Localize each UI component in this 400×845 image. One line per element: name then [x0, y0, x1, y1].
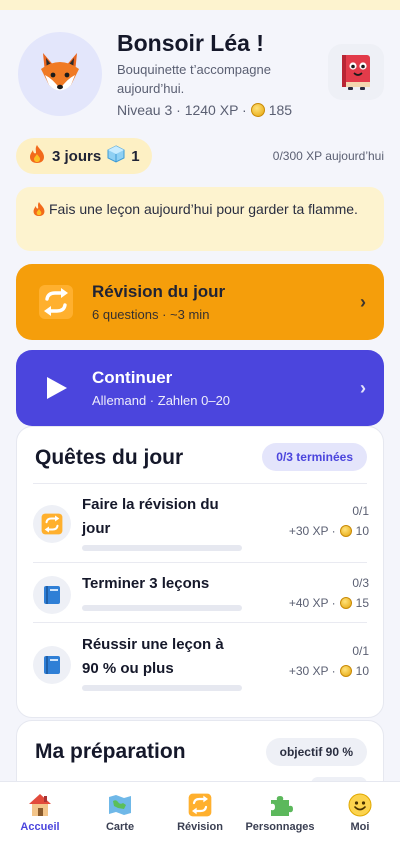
- nav-item-carte[interactable]: Carte: [80, 782, 160, 845]
- quest-reward-coins: 10: [355, 664, 369, 678]
- nav-label: Accueil: [20, 821, 60, 833]
- quest-progress-count: 0/3: [352, 576, 369, 590]
- coin-icon: [339, 525, 352, 537]
- streak-freeze-count: 1: [131, 147, 140, 165]
- quest-reward: +40 XP · 15: [289, 596, 369, 610]
- smiley-icon: [347, 792, 373, 818]
- streak-alert: Fais une leçon aujourd’hui pour garder t…: [16, 187, 384, 251]
- play-icon: [36, 368, 76, 408]
- greeting-subtitle: Bouquinette t’accompagne aujourd’hui.: [117, 62, 271, 96]
- quest-progress-count: 0/1: [352, 644, 369, 658]
- nav-item-moi[interactable]: Moi: [320, 782, 400, 845]
- quest-reward-coins: 15: [355, 596, 369, 610]
- puzzle-icon: [267, 792, 293, 818]
- quest-title: Réussir une leçon à 90 % ou plus: [82, 636, 224, 677]
- continue-title: Continuer: [92, 368, 173, 387]
- bottom-nav: Accueil Carte Révision Personnages Moi: [0, 781, 400, 845]
- quests-status-badge: 0/3 terminées: [262, 443, 367, 471]
- flame-icon: [28, 144, 46, 168]
- preparation-title: Ma préparation: [35, 740, 186, 763]
- streak-days: 3 jours: [52, 147, 102, 165]
- quest-item[interactable]: Réussir une leçon à 90 % ou plus 0/1 +30…: [33, 633, 369, 695]
- quest-title: Faire la révision du jour: [82, 496, 219, 537]
- map-icon: [107, 792, 133, 818]
- review-subtitle: 6 questions · ~3 min: [92, 307, 210, 322]
- book-icon: [33, 646, 71, 684]
- coin-count: 185: [268, 102, 293, 118]
- daily-review-button[interactable]: Révision du jour 6 questions · ~3 min ›: [16, 264, 384, 340]
- quest-progress-bar: [82, 545, 242, 551]
- quest-progress-bar: [82, 605, 242, 611]
- nav-label: Moi: [350, 821, 370, 833]
- coin-icon: [339, 665, 352, 677]
- home-icon: [27, 792, 53, 818]
- chevron-right-icon: ›: [360, 291, 366, 312]
- alert-text: Fais une leçon aujourd’hui pour garder t…: [49, 201, 358, 217]
- book-icon: [33, 576, 71, 614]
- top-strip: [0, 0, 400, 10]
- preparation-goal-badge: objectif 90 %: [265, 738, 367, 766]
- mascot-book-button[interactable]: [328, 44, 384, 100]
- nav-item-personnages[interactable]: Personnages: [240, 782, 320, 845]
- chevron-right-icon: ›: [360, 377, 366, 398]
- nav-label: Carte: [105, 821, 135, 833]
- flame-icon: [32, 201, 46, 223]
- quest-item[interactable]: Terminer 3 leçons 0/3 +40 XP · 15: [33, 573, 369, 615]
- review-icon: [33, 505, 71, 543]
- daily-xp-progress: 0/300 XP aujourd’hui: [272, 149, 384, 163]
- continue-button[interactable]: Continuer Allemand · Zahlen 0–20 ›: [16, 350, 384, 426]
- continue-subtitle: Allemand · Zahlen 0–20: [92, 393, 231, 408]
- header: Bonsoir Léa ! Bouquinette t’accompagne a…: [16, 26, 384, 126]
- quest-title: Terminer 3 leçons: [82, 575, 210, 592]
- review-icon: [36, 282, 76, 322]
- nav-label: Révision: [177, 821, 223, 833]
- quest-reward-xp: +40 XP ·: [288, 596, 336, 610]
- nav-item-accueil[interactable]: Accueil: [0, 782, 80, 845]
- quest-reward: +30 XP · 10: [289, 664, 369, 678]
- quest-item[interactable]: Faire la révision du jour 0/1 +30 XP · 1…: [33, 493, 369, 553]
- review-icon: [187, 792, 213, 818]
- greeting-title: Bonsoir Léa !: [117, 30, 264, 56]
- level-xp-text: Niveau 3 · 1240 XP ·: [117, 102, 247, 118]
- ice-cube-icon: [107, 145, 125, 167]
- daily-quests-card: Quêtes du jour 0/3 terminées Faire la ré…: [16, 426, 384, 718]
- quest-reward-xp: +30 XP ·: [288, 524, 336, 538]
- divider: [33, 483, 367, 484]
- quest-reward-xp: +30 XP ·: [288, 664, 336, 678]
- divider: [33, 562, 367, 563]
- nav-label: Personnages: [245, 821, 315, 833]
- quests-title: Quêtes du jour: [35, 446, 184, 469]
- quest-reward-coins: 10: [355, 524, 369, 538]
- quest-progress-bar: [82, 685, 242, 691]
- coin-icon: [339, 597, 352, 609]
- quest-reward: +30 XP · 10: [289, 524, 369, 538]
- review-title: Révision du jour: [92, 282, 226, 301]
- divider: [33, 622, 367, 623]
- quest-progress-count: 0/1: [352, 504, 369, 518]
- streak-pill[interactable]: 3 jours 1: [16, 138, 152, 174]
- book-mascot-icon: [342, 55, 370, 90]
- player-stats: Niveau 3 · 1240 XP · 185: [117, 102, 292, 118]
- coin-icon: [250, 103, 265, 117]
- nav-item-revision[interactable]: Révision: [160, 782, 240, 845]
- fox-avatar-icon: [18, 32, 102, 116]
